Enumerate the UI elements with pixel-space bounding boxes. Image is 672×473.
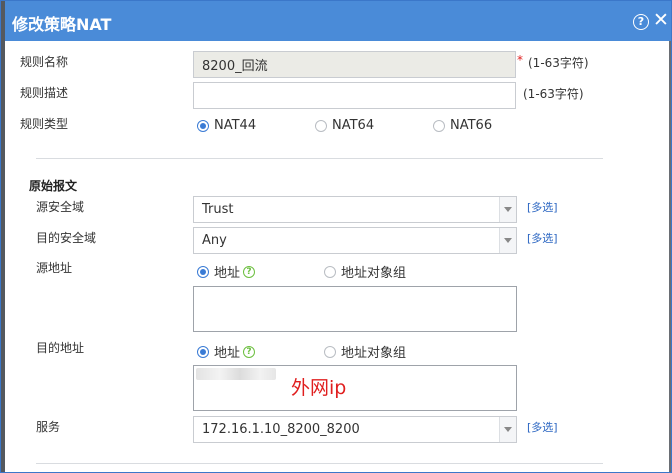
dst-zone-value: Any [202,233,227,248]
rule-name-value: 8200_回流 [202,59,268,74]
nat-policy-dialog: 修改策略NAT ? ✕ 规则名称 8200_回流 * (1-63字符) 规则描述… [0,0,672,473]
radio-src-addr-label: 地址 [214,266,241,281]
radio-nat64-label: NAT64 [332,118,375,133]
chevron-down-icon[interactable] [499,417,516,442]
rule-type-label: 规则类型 [20,117,69,131]
radio-dot [315,119,327,132]
service-label: 服务 [36,420,61,434]
radio-dot [324,265,336,278]
radio-dot [433,119,445,132]
dst-zone-select[interactable]: Any [193,227,517,254]
divider [36,158,603,159]
src-addr-textarea[interactable] [193,286,517,332]
dst-addr-label: 目的地址 [36,341,85,355]
service-select[interactable]: 172.16.1.10_8200_8200 [193,416,517,443]
src-addr-label: 源地址 [36,261,73,275]
radio-dot [324,345,336,358]
radio-src-addr-group-label: 地址对象组 [341,266,407,281]
close-icon[interactable]: ✕ [653,10,669,30]
rule-name-input[interactable]: 8200_回流 [193,51,516,78]
required-mark: * [517,53,523,67]
dialog-titlebar: 修改策略NAT ? ✕ [1,1,671,41]
chevron-down-icon[interactable] [499,228,516,253]
src-zone-multi-link[interactable]: [多选] [527,199,558,215]
src-zone-label: 源安全域 [36,200,85,214]
radio-dst-addr-group-label: 地址对象组 [341,346,407,361]
rule-name-hint: (1-63字符) [528,56,589,70]
radio-src-addr-group[interactable]: 地址对象组 [324,262,406,281]
radio-dot [197,119,209,132]
rule-desc-input[interactable] [193,82,516,109]
dst-zone-label: 目的安全域 [36,231,97,245]
radio-nat44-label: NAT44 [214,118,257,133]
scrollbar-track[interactable] [669,41,671,472]
help-circle-icon[interactable]: ? [243,345,256,358]
service-value: 172.16.1.10_8200_8200 [202,422,360,437]
radio-nat44[interactable]: NAT44 [197,118,256,133]
redacted-ip [196,368,276,380]
help-circle-icon[interactable]: ? [243,265,256,278]
radio-src-addr[interactable]: 地址 ? [197,262,256,281]
radio-nat66[interactable]: NAT66 [433,118,492,133]
rule-desc-label: 规则描述 [20,86,69,100]
divider [36,463,603,464]
radio-nat66-label: NAT66 [450,118,493,133]
src-zone-select[interactable]: Trust [193,196,517,223]
dst-zone-multi-link[interactable]: [多选] [527,230,558,246]
radio-dst-addr-label: 地址 [214,346,241,361]
radio-dst-addr-group[interactable]: 地址对象组 [324,342,406,361]
annotation-external-ip: 外网ip [291,377,347,399]
dialog-title: 修改策略NAT [12,15,112,34]
service-multi-link[interactable]: [多选] [527,419,558,435]
chevron-down-icon[interactable] [499,197,516,222]
window-edge [1,1,5,472]
radio-dst-addr[interactable]: 地址 ? [197,342,256,361]
radio-dot [197,265,209,278]
rule-desc-hint: (1-63字符) [523,87,584,101]
rule-name-label: 规则名称 [20,55,69,69]
src-zone-value: Trust [202,202,234,217]
question-circle-icon[interactable]: ? [633,14,649,30]
radio-dot [197,345,209,358]
section-title-original-packet: 原始报文 [29,179,78,193]
radio-nat64[interactable]: NAT64 [315,118,374,133]
